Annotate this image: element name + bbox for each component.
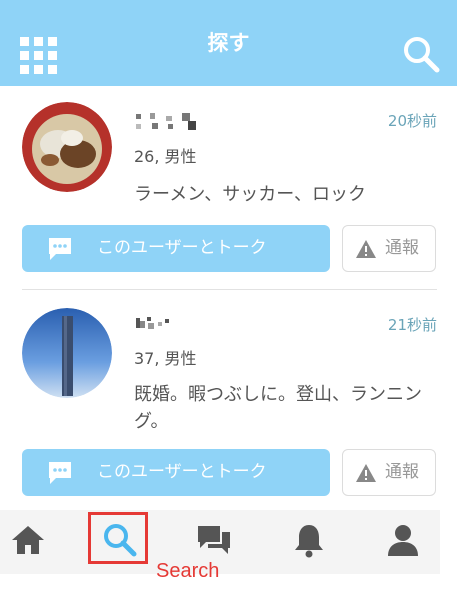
- tab-home[interactable]: [0, 510, 56, 574]
- search-icon[interactable]: [401, 34, 441, 74]
- user-card: 20秒前 26, 男性 ラーメン、サッカー、ロック このユーザーとトーク 通報: [0, 86, 457, 291]
- user-card: 21秒前 37, 男性 既婚。暇つぶしに。登山、ランニング。 このユーザーとトー…: [0, 291, 457, 511]
- talk-button[interactable]: このユーザーとトーク: [22, 225, 330, 272]
- home-icon: [12, 526, 44, 554]
- tab-profile[interactable]: [375, 510, 431, 574]
- warning-icon: [356, 240, 376, 258]
- app-header: 探す: [0, 0, 457, 86]
- divider: [22, 289, 437, 290]
- avatar[interactable]: [22, 102, 112, 192]
- bottom-tab-bar: [0, 510, 440, 574]
- chat-icon: [198, 526, 230, 554]
- user-name-pixelated: [136, 113, 196, 130]
- chat-bubble-icon: [49, 238, 71, 260]
- user-bio: ラーメン、サッカー、ロック: [134, 184, 367, 205]
- age-gender: 26, 男性: [134, 147, 197, 166]
- age-gender: 37, 男性: [134, 349, 197, 368]
- last-seen-time: 21秒前: [387, 316, 437, 334]
- tab-notifications[interactable]: [281, 510, 337, 574]
- talk-button-label: このユーザーとトーク: [97, 462, 267, 482]
- avatar[interactable]: [22, 308, 112, 398]
- user-name-pixelated: [136, 317, 169, 329]
- annotation-caption: Search: [156, 560, 220, 582]
- report-button-label: 通報: [385, 462, 419, 482]
- user-icon: [388, 525, 418, 556]
- warning-icon: [356, 464, 376, 482]
- bell-icon: [295, 525, 323, 558]
- user-bio: 既婚。暇つぶしに。登山、ランニング。: [134, 384, 422, 432]
- report-button[interactable]: 通報: [342, 449, 436, 496]
- chat-bubble-icon: [49, 462, 71, 484]
- page-title: 探す: [207, 31, 250, 55]
- report-button-label: 通報: [385, 238, 419, 258]
- bottom-area: [0, 574, 457, 599]
- report-button[interactable]: 通報: [342, 225, 436, 272]
- talk-button-label: このユーザーとトーク: [97, 238, 267, 258]
- search-tab-highlight-box: [88, 512, 148, 564]
- last-seen-time: 20秒前: [387, 112, 437, 130]
- talk-button[interactable]: このユーザーとトーク: [22, 449, 330, 496]
